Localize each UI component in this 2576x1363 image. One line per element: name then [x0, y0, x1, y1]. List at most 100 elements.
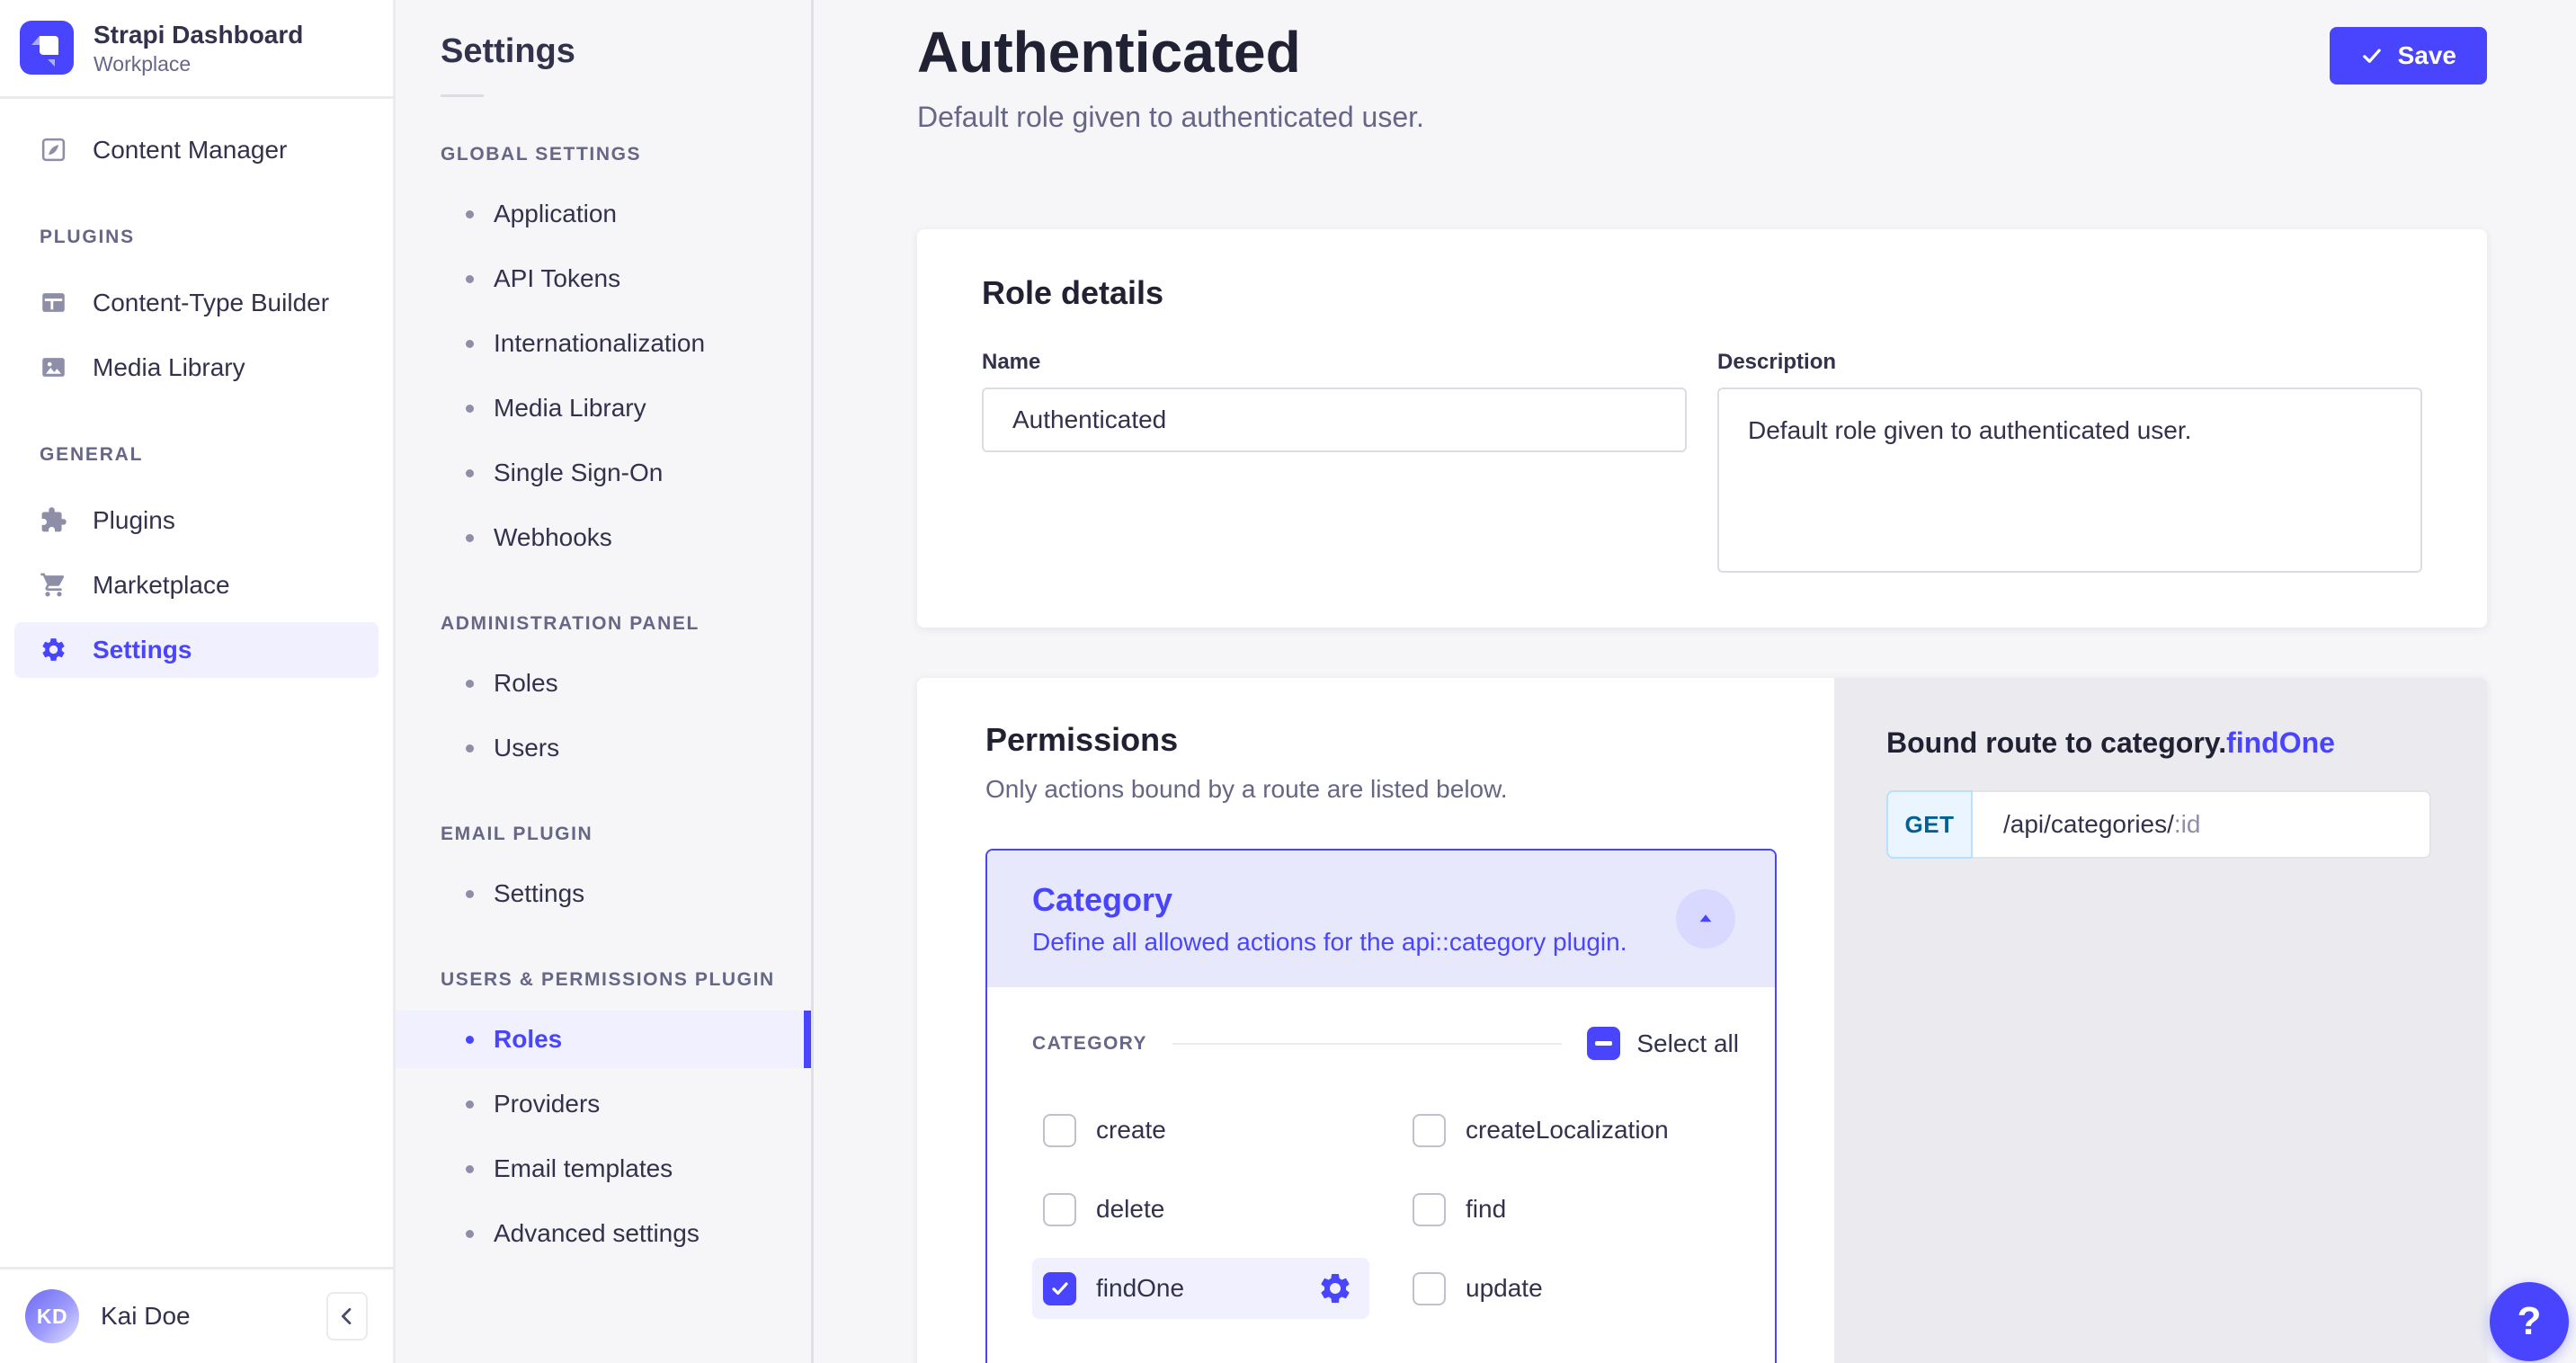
puzzle-icon: [40, 506, 67, 534]
checkbox-update[interactable]: [1413, 1272, 1446, 1305]
subnav-item-api-tokens[interactable]: API Tokens: [396, 250, 811, 307]
subnav-item-application[interactable]: Application: [396, 185, 811, 243]
subnav-section-email-plugin: EMAIL PLUGIN: [441, 824, 811, 845]
subnav-item-label: Roles: [494, 1025, 562, 1054]
permission-row-create[interactable]: create: [1032, 1100, 1369, 1161]
page-title: Authenticated: [917, 23, 1301, 81]
bound-route-panel: Bound route to category.findOne GET /api…: [1834, 678, 2487, 1363]
feather-edit-icon: [40, 136, 67, 164]
bullet-icon: [466, 469, 474, 477]
sidebar-item-media-library[interactable]: Media Library: [14, 340, 379, 396]
subnav-item-single-sign-on[interactable]: Single Sign-On: [396, 444, 811, 502]
category-accordion-body: CATEGORY Select all create: [987, 987, 1775, 1363]
permissions-subtitle: Only actions bound by a route are listed…: [985, 775, 1777, 804]
bullet-icon: [466, 1165, 474, 1173]
checkbox-find[interactable]: [1413, 1193, 1446, 1226]
sidebar-nav: Content Manager PLUGINS Content-Type Bui…: [0, 99, 393, 687]
description-label: Description: [1717, 350, 2422, 375]
bullet-icon: [466, 1036, 474, 1044]
save-button[interactable]: Save: [2330, 27, 2487, 85]
permissions-card: Permissions Only actions bound by a rout…: [917, 678, 2487, 1363]
help-button[interactable]: ?: [2490, 1282, 2569, 1361]
route-path-base: /api/categories/: [2003, 810, 2174, 839]
main-sidebar: Strapi Dashboard Workplace Content Manag…: [0, 0, 396, 1363]
settings-subnav: Settings GLOBAL SETTINGS Application API…: [396, 0, 814, 1363]
checkbox-findone[interactable]: [1043, 1272, 1076, 1305]
permission-settings-gear-icon[interactable]: [1315, 1269, 1355, 1308]
sidebar-item-content-type-builder[interactable]: Content-Type Builder: [14, 275, 379, 331]
subnav-section-users-permissions-plugin: USERS & PERMISSIONS PLUGIN: [441, 969, 811, 991]
sidebar-item-content-manager[interactable]: Content Manager: [14, 122, 379, 178]
user-name: Kai Doe: [101, 1302, 191, 1331]
subnav-section-administration-panel: ADMINISTRATION PANEL: [441, 613, 811, 635]
bullet-icon: [466, 1230, 474, 1238]
page-header: Authenticated Save Default role given to…: [917, 23, 2487, 134]
subnav-item-label: Webhooks: [494, 523, 612, 552]
subnav-item-label: Users: [494, 734, 559, 762]
bound-route-title: Bound route to category.findOne: [1886, 726, 2431, 760]
collapse-accordion-button[interactable]: [1676, 889, 1735, 949]
subnav-item-email-templates[interactable]: Email templates: [396, 1140, 811, 1198]
main-content: Authenticated Save Default role given to…: [814, 0, 2576, 1363]
checkbox-createlocalization[interactable]: [1413, 1114, 1446, 1147]
subnav-item-email-settings[interactable]: Settings: [396, 865, 811, 922]
subnav-item-internationalization[interactable]: Internationalization: [396, 315, 811, 372]
description-field-group: Description Default role given to authen…: [1717, 350, 2422, 577]
select-all-checkbox[interactable]: [1587, 1027, 1620, 1060]
route-path: /api/categories/:id: [1973, 792, 2200, 857]
category-group-row: CATEGORY Select all: [1032, 1027, 1739, 1060]
subnav-item-media-library[interactable]: Media Library: [396, 379, 811, 437]
sidebar-footer: KD Kai Doe: [0, 1267, 393, 1363]
permissions-title: Permissions: [985, 721, 1777, 759]
role-details-card: Role details Name Description Default ro…: [917, 229, 2487, 628]
sidebar-item-label: Plugins: [93, 506, 175, 535]
strapi-logo-icon: [20, 21, 74, 75]
checkbox-create[interactable]: [1043, 1114, 1076, 1147]
category-accordion-header[interactable]: Category Define all allowed actions for …: [987, 851, 1775, 987]
select-all-label: Select all: [1636, 1029, 1739, 1058]
sidebar-item-marketplace[interactable]: Marketplace: [14, 557, 379, 613]
brand-subtitle: Workplace: [94, 52, 303, 76]
collapse-sidebar-button[interactable]: [326, 1292, 368, 1341]
sidebar-item-settings[interactable]: Settings: [14, 622, 379, 678]
category-accordion-text: Category Define all allowed actions for …: [1032, 881, 1627, 957]
workspace-switcher[interactable]: Strapi Dashboard Workplace: [0, 0, 393, 96]
permission-row-createlocalization[interactable]: createLocalization: [1402, 1100, 1739, 1161]
bullet-icon: [466, 405, 474, 413]
sidebar-item-plugins[interactable]: Plugins: [14, 493, 379, 548]
checkbox-delete[interactable]: [1043, 1193, 1076, 1226]
sidebar-item-label: Content Manager: [93, 136, 287, 165]
bullet-icon: [466, 890, 474, 898]
subnav-item-label: Application: [494, 200, 617, 228]
subnav-item-label: Advanced settings: [494, 1219, 700, 1248]
subnav-section-global-settings: GLOBAL SETTINGS: [441, 144, 811, 165]
subnav-item-label: Single Sign-On: [494, 459, 663, 487]
permission-row-delete[interactable]: delete: [1032, 1179, 1369, 1240]
name-field-group: Name: [982, 350, 1687, 452]
subnav-item-webhooks[interactable]: Webhooks: [396, 509, 811, 566]
permission-row-update[interactable]: update: [1402, 1258, 1739, 1319]
sidebar-section-plugins: PLUGINS: [40, 227, 379, 248]
name-input[interactable]: [982, 388, 1687, 452]
subnav-item-advanced-settings[interactable]: Advanced settings: [396, 1205, 811, 1262]
bullet-icon: [466, 680, 474, 688]
subnav-item-label: Providers: [494, 1090, 600, 1118]
subnav-item-admin-users[interactable]: Users: [396, 719, 811, 777]
permission-row-find[interactable]: find: [1402, 1179, 1739, 1240]
actions-grid: create createLocalization delete: [1032, 1100, 1739, 1319]
role-details-title: Role details: [982, 274, 2422, 312]
avatar[interactable]: KD: [25, 1289, 79, 1343]
bullet-icon: [466, 340, 474, 348]
permission-row-findone[interactable]: findOne: [1032, 1258, 1369, 1319]
subnav-item-providers[interactable]: Providers: [396, 1075, 811, 1133]
route-path-param: :id: [2174, 810, 2201, 839]
subnav-item-admin-roles[interactable]: Roles: [396, 655, 811, 712]
shopping-cart-icon: [40, 571, 67, 599]
description-textarea[interactable]: Default role given to authenticated user…: [1717, 388, 2422, 573]
subnav-item-up-roles[interactable]: Roles: [396, 1011, 811, 1068]
bullet-icon: [466, 534, 474, 542]
bullet-icon: [466, 210, 474, 218]
permissions-panel: Permissions Only actions bound by a rout…: [917, 678, 1834, 1363]
app-root: Strapi Dashboard Workplace Content Manag…: [0, 0, 2576, 1363]
http-method-badge: GET: [1886, 790, 1973, 859]
